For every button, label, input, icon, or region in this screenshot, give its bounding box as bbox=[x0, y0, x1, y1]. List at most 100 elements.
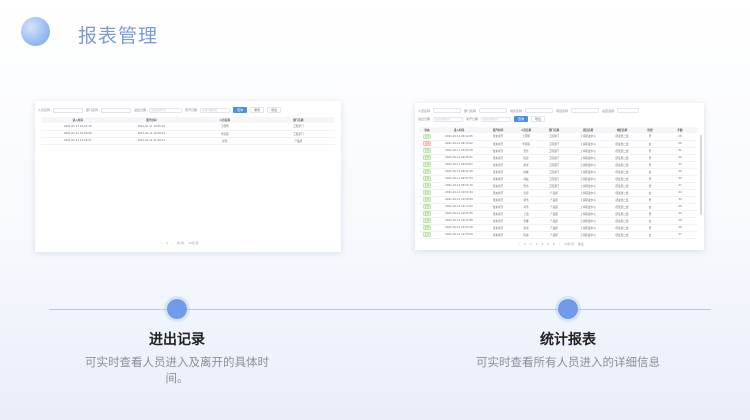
timeline-dot-statistics bbox=[558, 299, 578, 319]
exit-time-cell: 暂未离开 bbox=[483, 175, 513, 183]
entry-exit-title: 进出记录 bbox=[149, 332, 205, 348]
age-cell: 30 bbox=[663, 175, 697, 183]
status-cell: 正常 bbox=[419, 133, 435, 141]
project-cell: 上海研发中心 bbox=[569, 175, 607, 183]
page-number[interactable]: 6 bbox=[553, 242, 555, 246]
table-row[interactable]: 2021-01-11 10:24:16 2021-01-11 10:45:16 … bbox=[41, 123, 335, 131]
violation-filter-select[interactable] bbox=[617, 108, 640, 113]
search-button[interactable]: 查询 bbox=[233, 107, 248, 113]
page-size-select[interactable]: 10条/页 bbox=[188, 241, 198, 245]
prev-page-button[interactable]: ‹ bbox=[161, 241, 162, 245]
table-row[interactable]: 正常 2021-01-11 10:33:16 暂未离开 张涛 产品部 上海研发中心 研发部二… bbox=[419, 224, 697, 232]
dept-filter-input[interactable] bbox=[101, 107, 132, 113]
gender-cell: 女 bbox=[637, 231, 663, 239]
exit-time-cell: 暂未离开 bbox=[483, 182, 513, 190]
status-cell: 正常 bbox=[419, 154, 435, 162]
exit-time-cell: 暂未离开 bbox=[483, 189, 513, 197]
person-name-cell: 吴婷 bbox=[513, 189, 539, 197]
project-cell: 上海研发中心 bbox=[569, 154, 607, 162]
exit-date-input[interactable]: 选择日期时间 bbox=[481, 116, 512, 122]
department-cell: 工程部门 bbox=[539, 175, 569, 183]
region-cell: 研发部二组 bbox=[607, 147, 637, 155]
project-cell: 上海研发中心 bbox=[569, 196, 607, 204]
next-page-button[interactable]: › bbox=[559, 242, 560, 246]
exit-date-input[interactable]: 选择日期时间 bbox=[200, 107, 231, 113]
name-filter-input[interactable] bbox=[53, 107, 84, 113]
gender-cell: 女 bbox=[637, 189, 663, 197]
export-button[interactable]: 导出 bbox=[267, 107, 282, 113]
table-row[interactable]: 违规 2021-01-11 09:15:02 暂未离开 李思雨 工程部门 上海研发中心 研发… bbox=[419, 140, 697, 148]
table-row[interactable]: 正常 2021-01-11 10:21:05 暂未离开 王强 产品部 上海研发中心 研发部二… bbox=[419, 210, 697, 218]
violation-filter-label: 是否违规 bbox=[602, 108, 615, 113]
age-cell: 26 bbox=[663, 203, 697, 211]
table-row[interactable]: 正常 2021-01-11 09:33:07 暂未离开 刘洋 工程部门 上海研发中心 研发部… bbox=[419, 161, 697, 169]
table-row[interactable]: 2021-01-11 11:02:37 2021-01-11 11:40:21 … bbox=[41, 137, 335, 145]
table-row[interactable]: 正常 2021-01-11 09:12:45 暂未离开 王晓明 工程部门 上海研发中心 研发… bbox=[419, 133, 697, 141]
status-badge: 正常 bbox=[422, 196, 432, 202]
table-row[interactable]: 正常 2021-01-11 09:28:41 暂未离开 陈晨 工程部门 上海研发中心 研发部… bbox=[419, 154, 697, 162]
table-row[interactable]: 正常 2021-01-11 10:39:50 暂未离开 陈静 产品部 上海研发中心 研发部二… bbox=[419, 231, 697, 239]
region-cell: 研发部二组 bbox=[607, 161, 637, 169]
next-page-button[interactable]: › bbox=[172, 241, 173, 245]
table-row[interactable]: 正常 2021-01-11 09:20:18 暂未离开 张伟 工程部门 上海研发中心 研发部… bbox=[419, 147, 697, 155]
department-cell: 产品部 bbox=[539, 203, 569, 211]
region-cell: 研发部二组 bbox=[607, 182, 637, 190]
age-cell: 32 bbox=[663, 196, 697, 204]
table-row[interactable]: 正常 2021-01-11 09:47:53 暂未离开 孙磊 工程部门 上海研发中心 研发部… bbox=[419, 175, 697, 183]
goto-page-input[interactable]: 前往 bbox=[578, 242, 584, 246]
entry-time-cell: 2021-01-11 09:12:45 bbox=[435, 133, 483, 141]
gender-cell: 女 bbox=[637, 140, 663, 148]
entry-time-cell: 2021-01-11 10:21:05 bbox=[435, 210, 483, 218]
entry-date-input[interactable]: 选择日期时间 bbox=[149, 107, 183, 113]
gender-cell: 男 bbox=[637, 133, 663, 141]
status-cell: 正常 bbox=[419, 203, 435, 211]
table-row[interactable]: 正常 2021-01-11 09:52:10 暂未离开 周杰 工程部门 上海研发中心 研发部… bbox=[419, 182, 697, 190]
department-cell: 工程部门 bbox=[261, 123, 335, 131]
table-row[interactable]: 2021-01-11 10:30:08 2021-01-11 10:56:23 … bbox=[41, 130, 335, 138]
table-row[interactable]: 正常 2021-01-11 09:41:26 暂未离开 赵敏 工程部门 上海研发中心 研发部… bbox=[419, 168, 697, 176]
region-cell: 研发部二组 bbox=[607, 224, 637, 232]
entry-date-input[interactable]: 选择日期时间 bbox=[433, 116, 464, 122]
reset-button[interactable]: 重置 bbox=[250, 107, 265, 113]
status-cell: 正常 bbox=[419, 210, 435, 218]
region-filter-input[interactable] bbox=[525, 108, 554, 113]
exit-time-cell: 2021-01-11 10:56:23 bbox=[114, 130, 188, 138]
person-name-cell: 陈晨 bbox=[513, 154, 539, 162]
entry-exit-description: 可实时查看人员进入及离开的具体时间。 bbox=[85, 355, 269, 385]
gender-cell: 男 bbox=[637, 175, 663, 183]
page-size-select[interactable]: 10条/页 bbox=[564, 242, 574, 246]
status-badge: 违规 bbox=[422, 140, 432, 146]
page-number[interactable]: 5 bbox=[547, 242, 549, 246]
age-cell: 33 bbox=[663, 161, 697, 169]
age-cell: 27 bbox=[663, 182, 697, 190]
page-number[interactable]: 4 bbox=[541, 242, 543, 246]
region-cell: 研发部二组 bbox=[607, 210, 637, 218]
department-cell: 工程部门 bbox=[539, 133, 569, 141]
table-row[interactable]: 正常 2021-01-11 10:08:49 暂未离开 郑浩 产品部 上海研发中心 研发部二… bbox=[419, 196, 697, 204]
project-cell: 上海研发中心 bbox=[569, 182, 607, 190]
prev-page-button[interactable]: ‹ bbox=[519, 242, 520, 246]
page-number[interactable]: 1 bbox=[166, 241, 168, 245]
timeline-line bbox=[49, 309, 711, 310]
dept-filter-input[interactable] bbox=[479, 108, 508, 113]
gender-cell: 男 bbox=[637, 154, 663, 162]
filter-bar: 人员名称 部门名称 进出日期 选择日期时间 离开日期 选择日期时间 查询 重置 … bbox=[38, 107, 282, 113]
age-cell: 29 bbox=[663, 224, 697, 232]
region-cell: 研发部二组 bbox=[607, 168, 637, 176]
entry-date-label: 进出日期 bbox=[134, 108, 147, 112]
page-number[interactable]: 1 bbox=[524, 242, 526, 246]
export-button[interactable]: 导出 bbox=[531, 116, 546, 122]
gender-cell: 女 bbox=[637, 203, 663, 211]
table-row[interactable]: 正常 2021-01-11 10:27:38 暂未离开 李娜 产品部 上海研发中心 研发部二… bbox=[419, 217, 697, 225]
table-row[interactable]: 正常 2021-01-11 10:14:22 暂未离开 冯雪 产品部 上海研发中心 研发部二… bbox=[419, 203, 697, 211]
entry-time-cell: 2021-01-11 10:14:22 bbox=[435, 203, 483, 211]
table-row[interactable]: 正常 2021-01-11 10:01:34 暂未离开 吴婷 产品部 上海研发中心 研发部二… bbox=[419, 189, 697, 197]
page-number[interactable]: 3 bbox=[536, 242, 538, 246]
project-filter-input[interactable] bbox=[571, 108, 600, 113]
search-button[interactable]: 查询 bbox=[514, 116, 529, 122]
name-filter-input[interactable] bbox=[433, 108, 462, 113]
table-scrollbar[interactable] bbox=[700, 135, 702, 215]
age-cell: 31 bbox=[663, 147, 697, 155]
status-badge: 正常 bbox=[422, 133, 432, 139]
page-number[interactable]: 2 bbox=[530, 242, 532, 246]
